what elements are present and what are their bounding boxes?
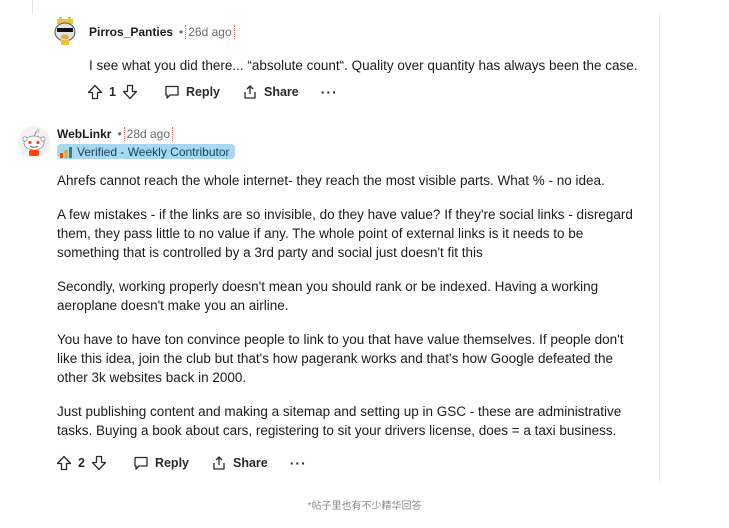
- share-button[interactable]: Share: [211, 455, 268, 471]
- downvote-icon[interactable]: [91, 455, 107, 471]
- vote-count: 2: [78, 456, 85, 470]
- comment-body: Ahrefs cannot reach the whole internet- …: [57, 171, 647, 440]
- flair-label: Verified - Weekly Contributor: [77, 144, 230, 159]
- author-name[interactable]: WebLinkr: [57, 127, 111, 141]
- comment-actions: 2 Reply Share ···: [56, 455, 329, 471]
- downvote-icon[interactable]: [122, 84, 138, 100]
- share-icon: [211, 455, 227, 471]
- avatar[interactable]: [18, 126, 50, 158]
- reply-label: Reply: [185, 85, 220, 99]
- avatar[interactable]: [49, 14, 81, 46]
- upvote-icon[interactable]: [87, 84, 103, 100]
- timestamp[interactable]: 28d ago: [123, 127, 174, 141]
- vote-count: 1: [109, 85, 116, 99]
- reply-button[interactable]: Reply: [164, 84, 220, 100]
- share-button[interactable]: Share: [242, 84, 299, 100]
- separator-dot: •: [117, 127, 122, 141]
- divider: [659, 12, 660, 482]
- vote-group: 2: [56, 455, 107, 471]
- comment-paragraph: I see what you did there... “absolute co…: [89, 58, 638, 73]
- mascot-avatar-icon: [49, 14, 81, 46]
- more-options-button[interactable]: ···: [321, 84, 338, 100]
- reply-button[interactable]: Reply: [133, 455, 189, 471]
- comment-paragraph: Ahrefs cannot reach the whole internet- …: [57, 173, 605, 188]
- comment-icon: [133, 455, 149, 471]
- snoo-avatar-icon: [18, 126, 50, 158]
- comment-paragraph: Just publishing content and making a sit…: [57, 404, 622, 438]
- footer-note: *帖子里也有不少精华回答: [307, 501, 422, 512]
- comment-paragraph: A few mistakes - if the links are so inv…: [57, 207, 633, 260]
- share-icon: [242, 84, 258, 100]
- more-options-button[interactable]: ···: [290, 455, 307, 471]
- timestamp[interactable]: 26d ago: [185, 25, 235, 39]
- separator-dot: •: [179, 25, 184, 39]
- upvote-icon[interactable]: [56, 455, 72, 471]
- comment-body: I see what you did there... “absolute co…: [89, 56, 649, 75]
- comment-paragraph: Secondly, working properly doesn't mean …: [57, 279, 599, 313]
- author-name[interactable]: Pirros_Panties: [89, 25, 173, 39]
- vote-group: 1: [87, 84, 138, 100]
- share-label: Share: [233, 456, 268, 470]
- comment-paragraph: You have to have ton convince people to …: [57, 332, 624, 385]
- thread-line: [32, 0, 33, 14]
- comment-meta: WebLinkr • 28d ago: [57, 127, 174, 141]
- comment-icon: [164, 84, 180, 100]
- comment-actions: 1 Reply Share ···: [87, 84, 360, 100]
- comment-thread: Pirros_Panties • 26d ago I see what you …: [0, 0, 729, 528]
- reply-label: Reply: [154, 456, 189, 470]
- comment-meta: Pirros_Panties • 26d ago: [89, 25, 235, 39]
- share-label: Share: [264, 85, 299, 99]
- verified-badge-icon: [60, 146, 72, 158]
- user-flair[interactable]: Verified - Weekly Contributor: [57, 144, 235, 159]
